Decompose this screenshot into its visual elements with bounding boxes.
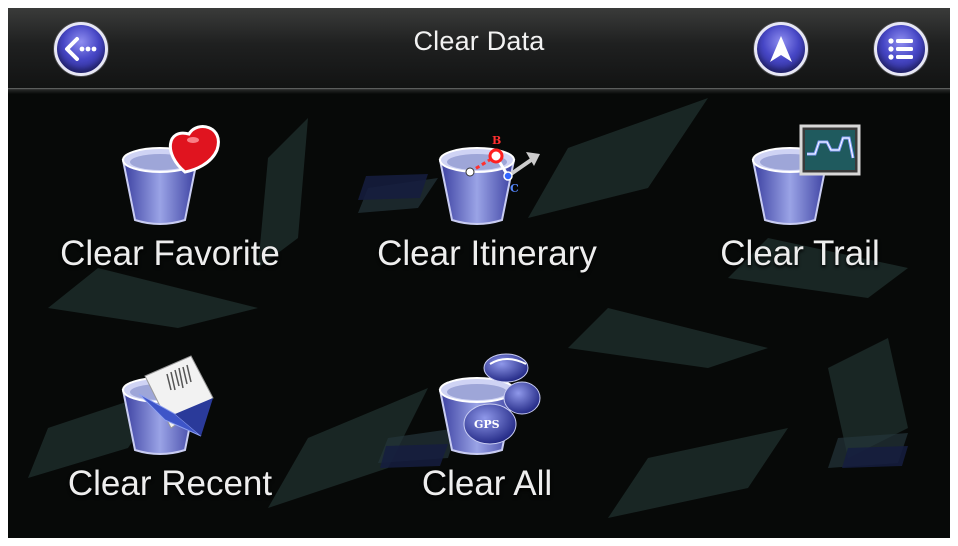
navigate-button[interactable] (754, 22, 808, 76)
clear-recent-tile[interactable]: Clear Recent (20, 350, 320, 538)
clear-favorite-tile[interactable]: Clear Favorite (20, 120, 320, 320)
list-menu-icon (888, 38, 913, 60)
navigation-arrow-icon (770, 36, 792, 62)
clear-all-tile[interactable]: GPS Clear All (337, 350, 637, 538)
clear-itinerary-label: Clear Itinerary (377, 234, 597, 273)
clear-trail-label: Clear Trail (720, 234, 880, 273)
clear-all-label: Clear All (421, 464, 553, 503)
clear-recent-label: Clear Recent (67, 464, 273, 503)
clear-data-screen: Clear Data Clear Favorite B C Clear Itin… (8, 8, 950, 538)
clear-trail-tile[interactable]: Clear Trail (650, 120, 950, 320)
trash-bin-document-icon (121, 355, 214, 455)
clear-itinerary-tile[interactable]: B C Clear Itinerary (337, 120, 637, 320)
trash-bin-gps-icon: GPS (438, 353, 541, 455)
trash-bin-trail-icon (751, 124, 861, 225)
gps-icon-text: GPS (474, 418, 500, 431)
trash-bin-route-icon: B C (438, 134, 540, 225)
route-letter-c: C (510, 182, 519, 195)
trash-bin-heart-icon (121, 125, 220, 225)
route-letter-b: B (492, 134, 501, 147)
clear-favorite-label: Clear Favorite (60, 234, 280, 273)
title-bar: Clear Data (8, 8, 950, 94)
menu-button[interactable] (874, 22, 928, 76)
page-title: Clear Data (413, 26, 545, 56)
